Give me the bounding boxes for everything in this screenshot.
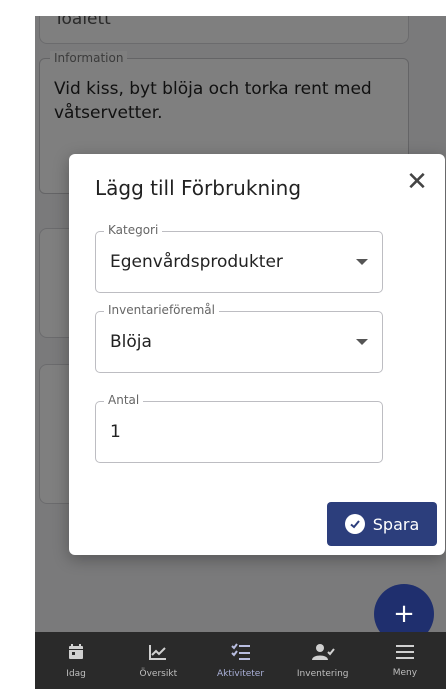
category-select[interactable]: Kategori Egenvårdsprodukter bbox=[95, 223, 383, 293]
bottom-navigation: Idag Översikt Aktiviteter Inventering Me… bbox=[35, 632, 446, 689]
nav-item-meny[interactable]: Meny bbox=[364, 632, 446, 689]
nav-label: Meny bbox=[392, 667, 418, 678]
close-icon[interactable]: ✕ bbox=[403, 168, 431, 196]
nav-item-inventering[interactable]: Inventering bbox=[282, 632, 364, 689]
person-check-icon bbox=[311, 643, 335, 665]
save-label: Spara bbox=[372, 514, 420, 534]
quantity-label: Antal bbox=[104, 393, 144, 407]
app-screen: Toalett Information Vid kiss, byt blöja … bbox=[35, 16, 446, 689]
item-label: Inventarieföremål bbox=[104, 303, 219, 317]
category-label: Kategori bbox=[104, 223, 163, 237]
item-value: Blöja bbox=[110, 332, 152, 352]
nav-item-aktiviteter[interactable]: Aktiviteter bbox=[199, 632, 281, 689]
checklist-icon bbox=[230, 642, 251, 665]
item-select[interactable]: Inventarieföremål Blöja bbox=[95, 303, 383, 373]
calendar-icon bbox=[67, 643, 85, 665]
quantity-value: 1 bbox=[110, 422, 121, 442]
menu-icon bbox=[395, 644, 415, 664]
nav-label: Idag bbox=[66, 668, 86, 679]
nav-label: Inventering bbox=[296, 668, 349, 679]
category-value: Egenvårdsprodukter bbox=[110, 252, 283, 272]
nav-item-idag[interactable]: Idag bbox=[35, 632, 117, 689]
quantity-input[interactable]: Antal 1 bbox=[95, 393, 383, 463]
check-circle-icon bbox=[344, 514, 365, 534]
add-consumption-dialog: Lägg till Förbrukning ✕ Kategori Egenvår… bbox=[69, 154, 445, 555]
dialog-title: Lägg till Förbrukning bbox=[95, 176, 302, 200]
chevron-down-icon bbox=[356, 339, 368, 345]
save-button[interactable]: Spara bbox=[327, 502, 437, 546]
nav-label: Översikt bbox=[139, 668, 178, 679]
nav-label: Aktiviteter bbox=[216, 668, 265, 679]
nav-item-oversikt[interactable]: Översikt bbox=[117, 632, 199, 689]
chart-icon bbox=[148, 643, 168, 665]
chevron-down-icon bbox=[356, 259, 368, 265]
